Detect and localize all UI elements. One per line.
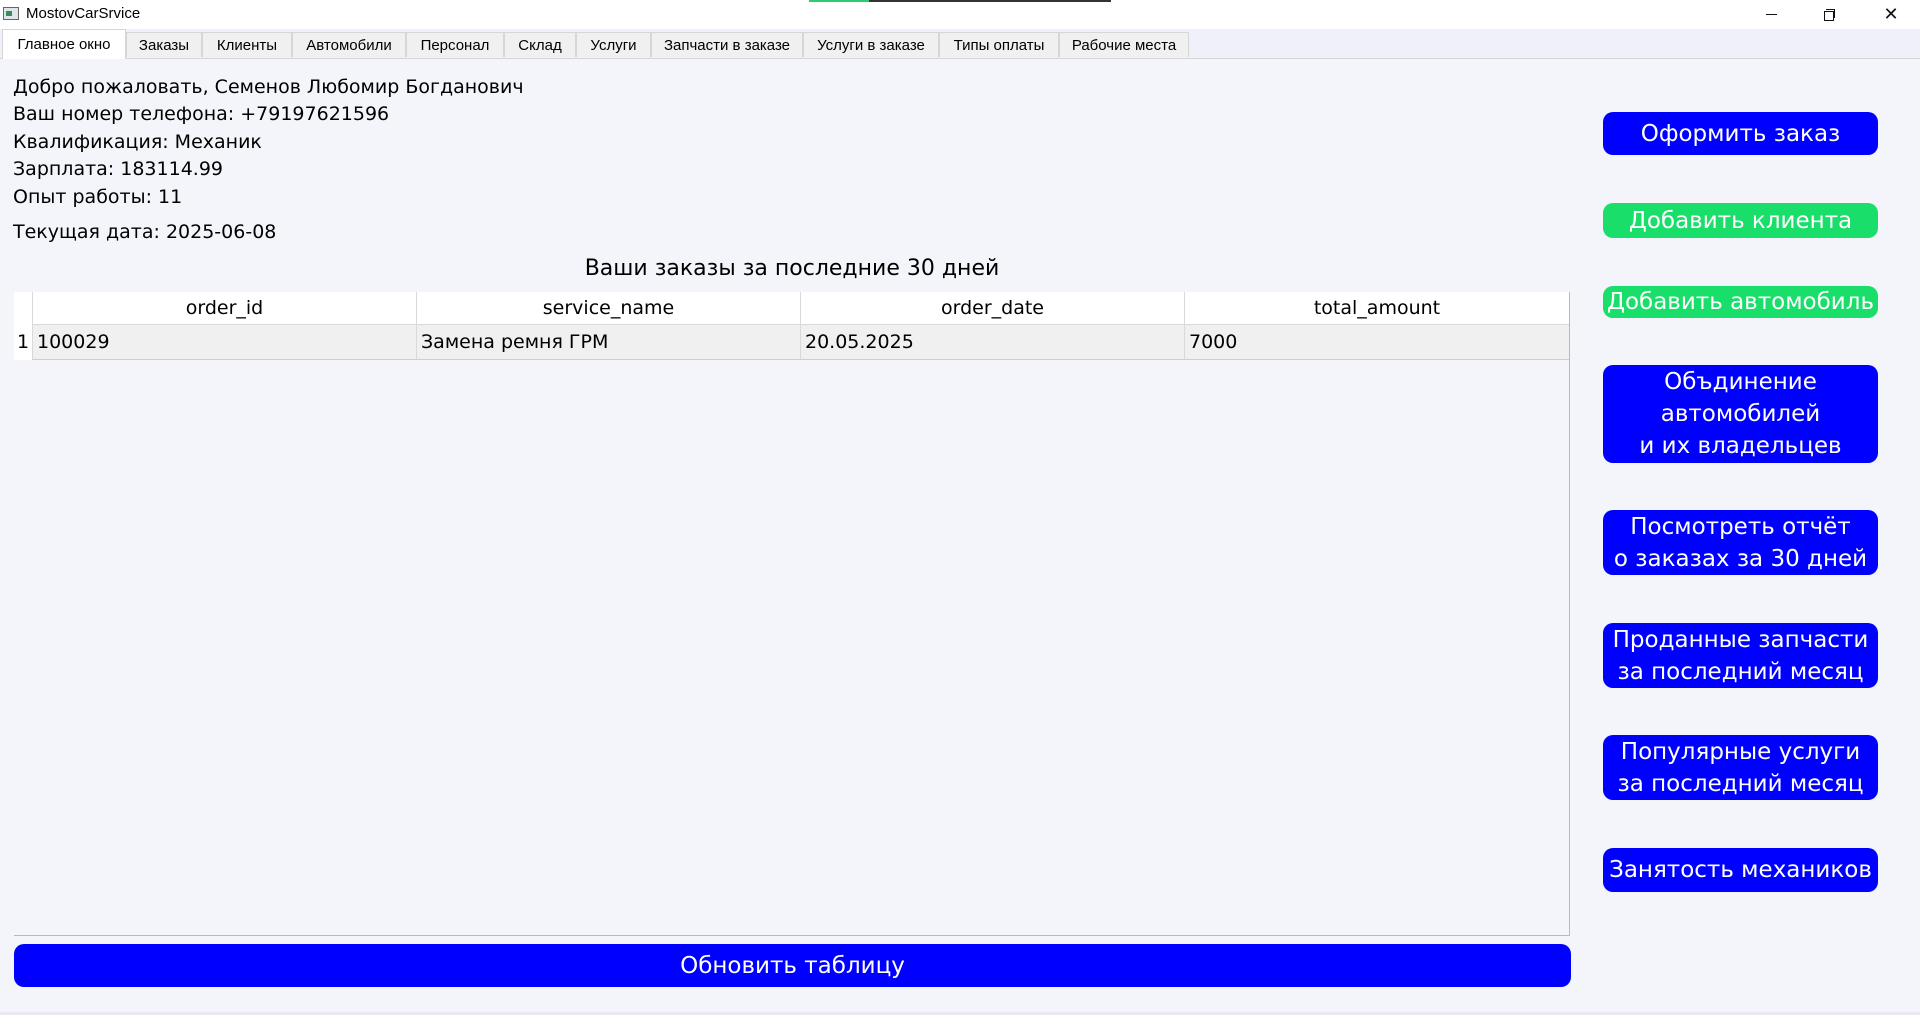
close-icon: ✕ [1883,4,1899,25]
close-button[interactable]: ✕ [1862,0,1920,29]
popular-services-button[interactable]: Популярные услуги за последний месяц [1603,735,1878,800]
tab-staff[interactable]: Персонал [406,32,504,57]
current-date-text: Текущая дата: 2025-06-08 [13,221,277,243]
qualification-text: Квалификация: Механик [13,131,262,153]
tab-order-parts[interactable]: Запчасти в заказе [651,32,803,57]
salary-text: Зарплата: 183114.99 [13,158,223,180]
restore-icon [1823,9,1835,21]
title-accent [809,0,869,2]
tab-clients[interactable]: Клиенты [202,32,292,57]
create-order-button[interactable]: Оформить заказ [1603,112,1878,155]
app-icon [3,7,19,20]
table-cell-total-amount[interactable]: 7000 [1184,324,1569,360]
welcome-text: Добро пожаловать, Семенов Любомир Богдан… [13,76,524,98]
title-accent-dark [869,0,1111,2]
tab-payment-types[interactable]: Типы оплаты [939,32,1059,57]
tab-services[interactable]: Услуги [576,32,651,57]
minimize-button[interactable] [1742,0,1800,29]
column-header-total-amount[interactable]: total_amount [1184,292,1569,324]
table-cell-order-date[interactable]: 20.05.2025 [800,324,1184,360]
mechanics-workload-button[interactable]: Занятость механиков [1603,848,1878,892]
column-header-order-id[interactable]: order_id [32,292,416,324]
orders-report-button[interactable]: Посмотреть отчёт о заказах за 30 дней [1603,510,1878,575]
tab-main-window[interactable]: Главное окно [2,29,126,59]
sold-parts-button[interactable]: Проданные запчасти за последний месяц [1603,623,1878,688]
refresh-table-button[interactable]: Обновить таблицу [14,944,1571,987]
window-title: MostovCarSrvice [26,5,141,22]
orders-table[interactable]: order_id service_name order_date total_a… [14,292,1570,936]
tab-order-services[interactable]: Услуги в заказе [803,32,939,57]
table-cell-service-name[interactable]: Замена ремня ГРМ [416,324,800,360]
title-bar: MostovCarSrvice ✕ [0,0,1920,29]
experience-text: Опыт работы: 11 [13,186,183,208]
tab-workplaces[interactable]: Рабочие места [1059,32,1189,57]
minimize-icon [1765,14,1777,15]
tab-cars[interactable]: Автомобили [292,32,406,57]
table-cell-order-id[interactable]: 100029 [32,324,416,360]
add-client-button[interactable]: Добавить клиента [1603,203,1878,238]
add-car-button[interactable]: Добавить автомобиль [1603,286,1878,318]
column-header-service-name[interactable]: service_name [416,292,800,324]
orders-table-title: Ваши заказы за последние 30 дней [584,256,1000,281]
row-header[interactable]: 1 [14,324,32,360]
restore-button[interactable] [1800,0,1858,29]
merge-cars-owners-button[interactable]: Объдинение автомобилей и их владельцев [1603,365,1878,463]
tab-orders[interactable]: Заказы [126,32,202,57]
column-header-order-date[interactable]: order_date [800,292,1184,324]
phone-text: Ваш номер телефона: +79197621596 [13,103,390,125]
tab-warehouse[interactable]: Склад [504,32,576,57]
table-corner[interactable] [14,292,32,324]
